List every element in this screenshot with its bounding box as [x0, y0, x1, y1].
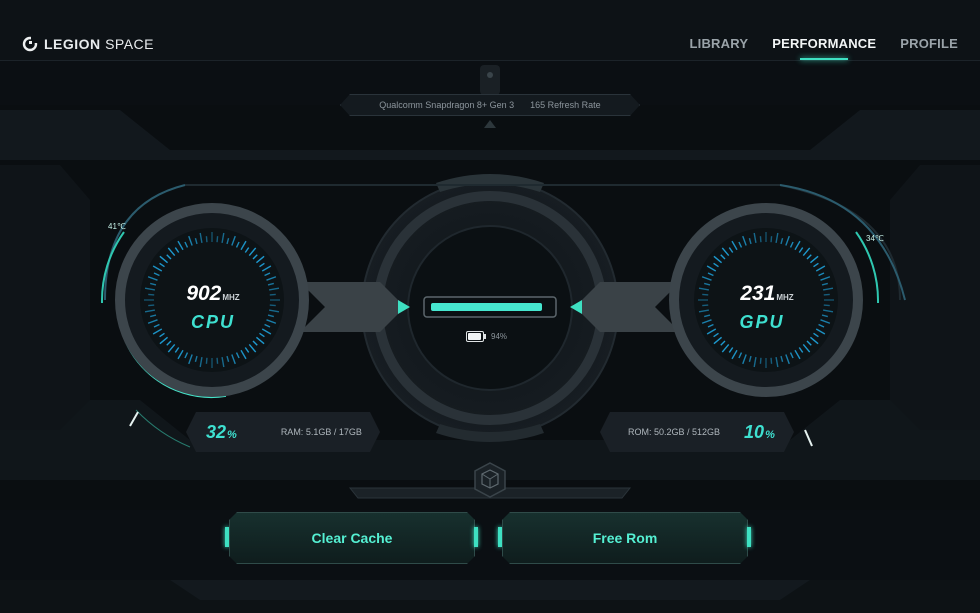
- cube-emblem-icon: [474, 462, 506, 498]
- logo-text-light: SPACE: [105, 36, 154, 52]
- clear-cache-button[interactable]: Clear Cache: [229, 512, 475, 564]
- gauge-tick: [702, 293, 709, 296]
- background-frame: [0, 65, 980, 613]
- gauge-tick: [205, 357, 208, 364]
- gauge-tick: [770, 236, 773, 243]
- gpu-frequency: 231MHZ: [722, 282, 812, 306]
- cpu-label: CPU: [190, 312, 235, 332]
- gpu-temperature: 34℃: [866, 234, 884, 243]
- performance-screen: LEGION SPACE LIBRARY PERFORMANCE PROFILE…: [0, 0, 980, 613]
- gauge-tick: [759, 357, 762, 364]
- gauge-tick: [216, 236, 219, 243]
- clear-cache-right-accent: [474, 527, 478, 547]
- gpu-frequency-value: 231: [740, 282, 776, 305]
- cpu-frequency-value: 902: [186, 282, 222, 305]
- gpu-label: GPU: [739, 312, 785, 332]
- gauge-tick: [269, 293, 276, 296]
- free-rom-left-accent: [498, 527, 502, 547]
- refresh-rate: 165 Refresh Rate: [530, 100, 601, 110]
- gauge-tick: [702, 304, 709, 307]
- tab-profile[interactable]: PROFILE: [900, 36, 958, 51]
- free-rom-button[interactable]: Free Rom: [502, 512, 748, 564]
- gauge-tick: [216, 357, 219, 364]
- ram-stat-box: 32% RAM: 5.1GB / 17GB: [186, 412, 380, 452]
- nav-tabs: LIBRARY PERFORMANCE PROFILE: [690, 36, 959, 60]
- gpu-load-percent: 10%: [744, 421, 775, 442]
- top-nav: LEGION SPACE LIBRARY PERFORMANCE PROFILE: [0, 0, 980, 61]
- tab-performance[interactable]: PERFORMANCE: [772, 36, 876, 60]
- rom-usage-text: ROM: 50.2GB / 512GB: [628, 427, 721, 437]
- rom-stat-box: ROM: 50.2GB / 512GB 10%: [600, 412, 794, 452]
- battery-level: 94%: [491, 332, 508, 341]
- gauge-tick: [823, 293, 830, 296]
- gauge-tick: [770, 357, 773, 364]
- gauge-tick: [148, 304, 155, 307]
- clear-cache-left-accent: [225, 527, 229, 547]
- gpu-frequency-unit: MHZ: [776, 293, 794, 302]
- battery-icon: [466, 331, 486, 342]
- battery-status: 94%: [466, 331, 507, 342]
- device-info-chip: Qualcomm Snapdragon 8+ Gen 3 165 Refresh…: [340, 94, 640, 116]
- gauge-tick: [759, 236, 762, 243]
- gauge-tick: [148, 293, 155, 296]
- legion-logo-icon: [22, 36, 38, 52]
- tab-library[interactable]: LIBRARY: [690, 36, 749, 51]
- gauge-tick: [269, 304, 276, 307]
- chip-name: Qualcomm Snapdragon 8+ Gen 3: [379, 100, 515, 110]
- gauge-tick: [205, 236, 208, 243]
- ram-usage-text: RAM: 5.1GB / 17GB: [280, 427, 362, 437]
- cpu-load-percent: 32%: [206, 421, 237, 442]
- free-rom-right-accent: [747, 527, 751, 547]
- cpu-frequency: 902MHZ: [168, 282, 258, 306]
- cpu-temperature: 41℃: [108, 222, 126, 231]
- app-logo[interactable]: LEGION SPACE: [22, 34, 154, 54]
- logo-text-bold: LEGION: [44, 36, 101, 52]
- cpu-frequency-unit: MHZ: [222, 293, 240, 302]
- gauge-tick: [823, 304, 830, 307]
